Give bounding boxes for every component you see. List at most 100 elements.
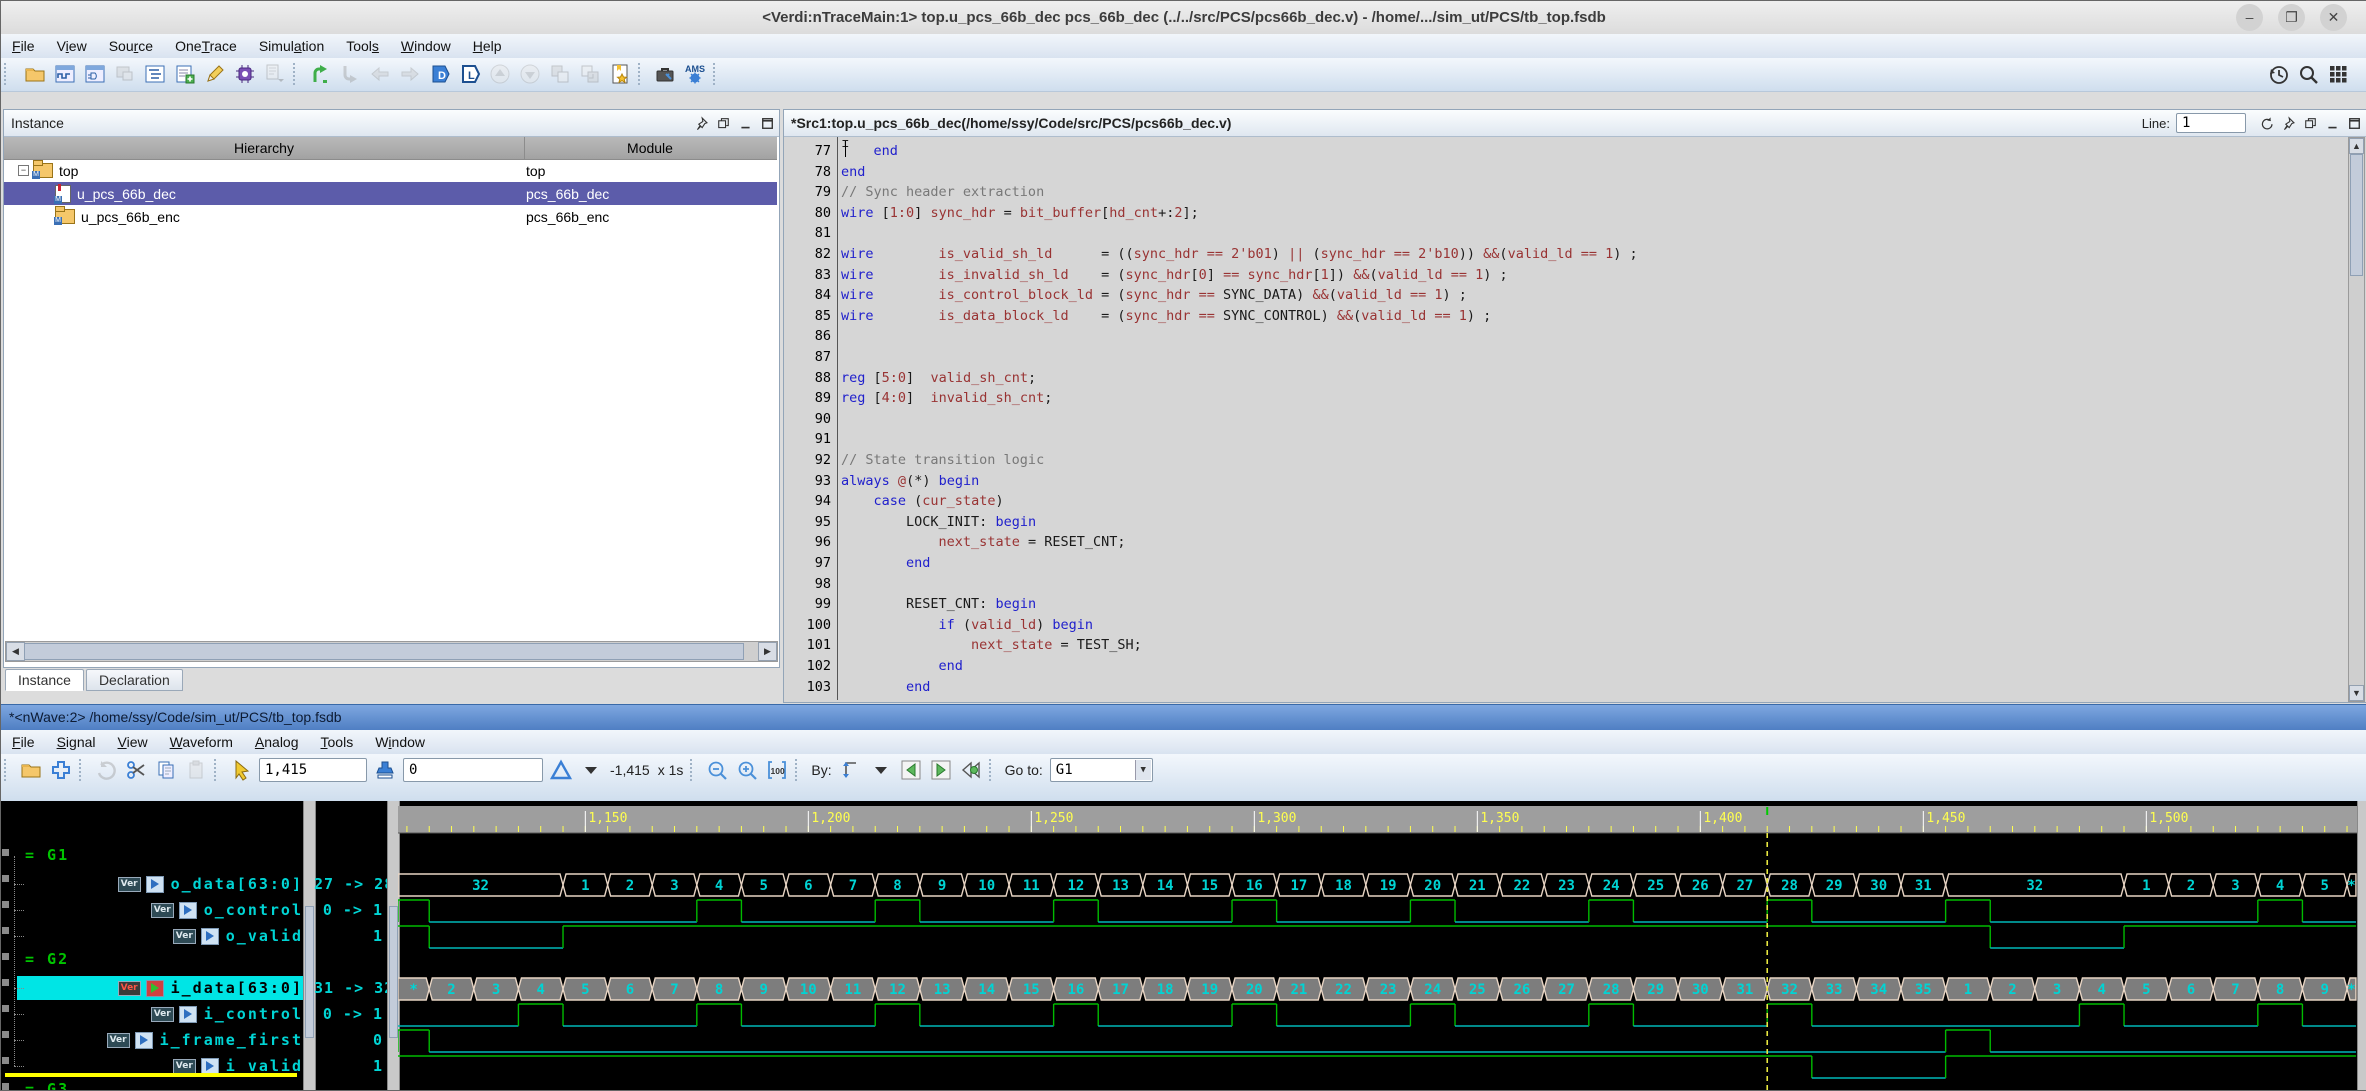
lint-chip-icon[interactable]	[231, 60, 259, 88]
menu-tools[interactable]: Tools	[335, 34, 390, 58]
maximize-panel-icon[interactable]	[759, 115, 775, 131]
menu-simulation[interactable]: Simulation	[248, 34, 335, 58]
signal-group-G1[interactable]: = G1	[25, 846, 69, 864]
goto-group-select[interactable]: G1▼	[1050, 758, 1153, 782]
new-source-tab-icon[interactable]: ,	[171, 60, 199, 88]
minimize-panel-icon[interactable]	[737, 115, 753, 131]
module-column-header[interactable]: Module	[524, 137, 775, 159]
marker-time-input[interactable]	[403, 758, 543, 782]
trace-driver-icon[interactable]	[306, 60, 334, 88]
restore-button[interactable]: ❐	[2278, 4, 2305, 31]
line-number: 96	[785, 534, 831, 554]
ruler-label: 1,350	[1480, 811, 1519, 826]
hscroll-thumb[interactable]	[24, 643, 744, 660]
instance-name: u_pcs_66b_dec	[77, 186, 176, 202]
chevron-down-icon[interactable]: ▼	[1135, 760, 1151, 780]
marker-drop-icon[interactable]	[371, 756, 399, 784]
close-button[interactable]: ✕	[2320, 4, 2347, 31]
nwave-menu-waveform[interactable]: Waveform	[159, 730, 244, 754]
delta-dropdown-icon[interactable]	[577, 756, 605, 784]
bus-value-label: 6	[804, 878, 812, 894]
signal-row-i_data_63_0_[interactable]: Veri_data[63:0]	[17, 976, 303, 1000]
menu-help[interactable]: Help	[462, 34, 513, 58]
hierarchy-column-header[interactable]: Hierarchy	[4, 137, 524, 159]
zoom-in-icon[interactable]	[733, 756, 761, 784]
hierarchy-row-u_pcs_66b_dec[interactable]: Mu_pcs_66b_decpcs_66b_dec	[4, 182, 777, 205]
tab-declaration[interactable]: Declaration	[86, 669, 183, 691]
maximize-panel-icon[interactable]	[2346, 115, 2362, 131]
new-schematic-icon[interactable]	[81, 60, 109, 88]
zoom-out-icon[interactable]	[703, 756, 731, 784]
nwave-menu-view[interactable]: View	[107, 730, 159, 754]
select-cursor-icon[interactable]	[227, 756, 255, 784]
bus-value-label: 33	[1826, 982, 1843, 998]
toolbox-icon[interactable]	[651, 60, 679, 88]
app-grid-icon[interactable]	[2324, 60, 2352, 88]
active-annotation-d-icon[interactable]: D	[426, 60, 454, 88]
hierarchy-row-top[interactable]: −Mtoptop	[4, 159, 777, 182]
nwave-menu-tools[interactable]: Tools	[310, 730, 365, 754]
menu-file[interactable]: File	[1, 34, 46, 58]
cursor-time-input[interactable]	[259, 758, 367, 782]
source-vscrollbar[interactable]: ▲ ▼	[2348, 137, 2365, 702]
wave-vscrollbar[interactable]	[2357, 801, 2366, 1090]
vscroll-down-arrow[interactable]: ▼	[2349, 685, 2364, 701]
search-icon[interactable]	[2294, 60, 2322, 88]
active-trace-l-icon[interactable]: L	[456, 60, 484, 88]
instance-hscrollbar[interactable]: ◀ ▶	[5, 641, 778, 662]
vscroll-up-arrow[interactable]: ▲	[2349, 138, 2364, 154]
bookmark-page-icon[interactable]	[606, 60, 634, 88]
minimize-panel-icon[interactable]	[2324, 115, 2340, 131]
pin-icon[interactable]	[2280, 115, 2296, 131]
nwave-menu-file[interactable]: File	[1, 730, 46, 754]
search-by-edge-icon[interactable]	[837, 756, 865, 784]
undo-icon	[92, 756, 120, 784]
signal-row-o_control[interactable]: Vero_control	[17, 898, 303, 922]
hierarchy-browser-icon[interactable]	[141, 60, 169, 88]
menu-source[interactable]: Source	[98, 34, 164, 58]
nwave-menu-signal[interactable]: Signal	[46, 730, 107, 754]
copy-signal-icon[interactable]	[152, 756, 180, 784]
edit-icon[interactable]	[201, 60, 229, 88]
menu-onetrace[interactable]: OneTrace	[164, 34, 248, 58]
zoom-fit-icon[interactable]: 100	[763, 756, 791, 784]
pin-icon[interactable]	[693, 115, 709, 131]
float-window-icon[interactable]	[2302, 115, 2318, 131]
signal-group-G2[interactable]: = G2	[25, 950, 69, 968]
open-fsdb-icon[interactable]	[17, 756, 45, 784]
line-number-input[interactable]	[2176, 113, 2246, 133]
hierarchy-row-u_pcs_66b_enc[interactable]: Mu_pcs_66b_encpcs_66b_enc	[4, 205, 777, 228]
search-backward-icon[interactable]	[957, 756, 985, 784]
verilog-scope-badge: Ver	[151, 903, 174, 918]
menu-view[interactable]: View	[46, 34, 98, 58]
delta-time-icon[interactable]	[547, 756, 575, 784]
signal-row-o_data_63_0_[interactable]: Vero_data[63:0]	[17, 872, 303, 896]
signal-row-i_frame_first[interactable]: Veri_frame_first	[17, 1028, 303, 1052]
time-ruler[interactable]	[398, 806, 2357, 833]
tree-expander-icon[interactable]: −	[18, 165, 29, 176]
signal-row-o_valid[interactable]: Vero_valid	[17, 924, 303, 948]
signal-row-i_control[interactable]: Veri_control	[17, 1002, 303, 1026]
nwave-menu-window[interactable]: Window	[364, 730, 436, 754]
nwave-menu-analog[interactable]: Analog	[244, 730, 310, 754]
waveform-canvas[interactable]: 1,1501,2001,2501,3001,3501,4001,4501,500…	[398, 801, 2357, 1090]
hscroll-right-arrow[interactable]: ▶	[758, 642, 777, 661]
search-by-dropdown-icon[interactable]	[867, 756, 895, 784]
vscroll-thumb[interactable]	[2350, 154, 2363, 276]
open-database-icon[interactable]	[21, 60, 49, 88]
hscroll-left-arrow[interactable]: ◀	[6, 642, 25, 661]
tab-instance[interactable]: Instance	[5, 669, 84, 691]
toolbar-handle	[4, 63, 13, 85]
minimize-button[interactable]: –	[2236, 4, 2263, 31]
ams-settings-icon[interactable]: AMS	[681, 60, 709, 88]
history-icon[interactable]	[2264, 60, 2292, 88]
menu-window[interactable]: Window	[390, 34, 462, 58]
cut-signal-icon[interactable]	[122, 756, 150, 784]
float-window-icon[interactable]	[715, 115, 731, 131]
search-next-icon[interactable]	[927, 756, 955, 784]
source-code-area[interactable]: 77 end78end79// Sync header extraction80…	[785, 137, 2349, 700]
add-signal-icon[interactable]	[47, 756, 75, 784]
refresh-icon[interactable]	[2258, 115, 2274, 131]
new-waveform-icon[interactable]	[51, 60, 79, 88]
search-previous-icon[interactable]	[897, 756, 925, 784]
